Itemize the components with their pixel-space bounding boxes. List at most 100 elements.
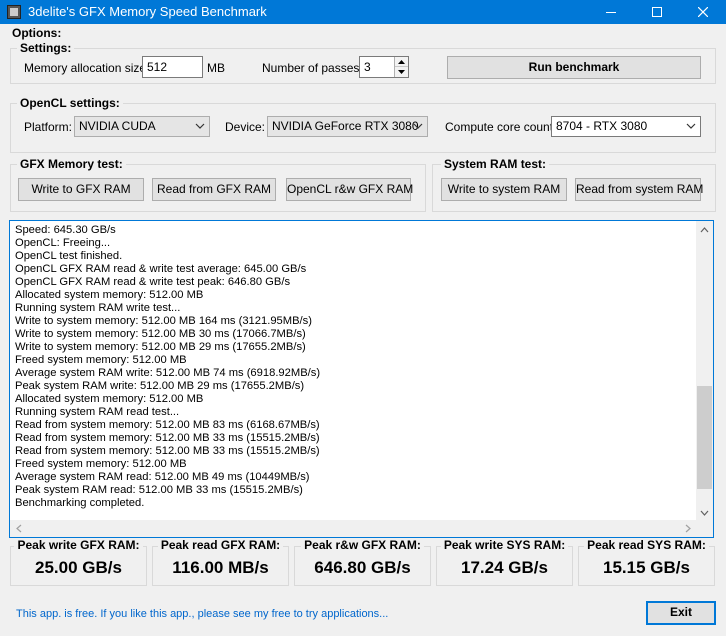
log-line: Allocated system memory: 512.00 MB xyxy=(15,289,204,301)
log-line: Peak system RAM read: 512.00 MB 33 ms (1… xyxy=(15,484,303,496)
stat-label: Peak read SYS RAM: xyxy=(578,538,715,552)
close-icon xyxy=(698,7,708,17)
stat-label-text: Peak r&w GFX RAM: xyxy=(301,538,424,552)
log-line: Running system RAM read test... xyxy=(15,406,180,418)
free-apps-link[interactable]: This app. is free. If you like this app.… xyxy=(16,608,388,620)
chevron-down-icon xyxy=(700,510,709,516)
stat-label: Peak read GFX RAM: xyxy=(152,538,289,552)
stat-peak-read-gfx: Peak read GFX RAM: 116.00 MB/s xyxy=(152,538,289,586)
stat-label-text: Peak write GFX RAM: xyxy=(14,538,143,552)
stat-label: Peak r&w GFX RAM: xyxy=(294,538,431,552)
exit-button[interactable]: Exit xyxy=(646,601,716,625)
title-bar[interactable]: 3delite's GFX Memory Speed Benchmark xyxy=(0,0,726,24)
log-line: OpenCL GFX RAM read & write test peak: 6… xyxy=(15,276,291,288)
write-system-ram-button[interactable]: Write to system RAM xyxy=(441,178,567,201)
gfx-memory-test-title: GFX Memory test: xyxy=(17,157,126,171)
options-label: Options: xyxy=(12,26,62,40)
log-output[interactable]: Speed: 645.30 GB/s OpenCL: Freeing... Open… xyxy=(9,220,714,538)
device-select[interactable]: NVIDIA GeForce RTX 3080 xyxy=(267,116,428,137)
memory-size-input[interactable]: 512 xyxy=(142,56,203,78)
log-line: Read from system memory: 512.00 MB 83 ms… xyxy=(15,419,320,431)
platform-select[interactable]: NVIDIA CUDA xyxy=(74,116,210,137)
device-label: Device: xyxy=(225,120,266,134)
stat-label: Peak write GFX RAM: xyxy=(10,538,147,552)
log-line: Freed system memory: 512.00 MB xyxy=(15,354,187,366)
window-title: 3delite's GFX Memory Speed Benchmark xyxy=(28,4,267,19)
log-line: Benchmarking completed. xyxy=(15,497,145,509)
stat-value: 17.24 GB/s xyxy=(461,558,548,577)
stat-value: 25.00 GB/s xyxy=(35,558,122,577)
log-line: Read from system memory: 512.00 MB 33 ms… xyxy=(15,445,320,457)
log-line: OpenCL test finished. xyxy=(15,250,123,262)
stat-value: 116.00 MB/s xyxy=(172,558,269,577)
settings-title: Settings: xyxy=(17,41,75,55)
minimize-icon xyxy=(606,12,616,13)
stat-value: 646.80 GB/s xyxy=(314,558,411,577)
log-line: Speed: 645.30 GB/s xyxy=(15,224,116,236)
spin-up-icon xyxy=(398,59,405,64)
passes-value: 3 xyxy=(364,60,371,74)
memory-unit-label: MB xyxy=(207,61,225,75)
log-line: Allocated system memory: 512.00 MB xyxy=(15,393,204,405)
passes-label: Number of passes: xyxy=(262,61,363,75)
log-line: Average system RAM read: 512.00 MB 49 ms… xyxy=(15,471,310,483)
stat-peak-read-sys: Peak read SYS RAM: 15.15 GB/s xyxy=(578,538,715,586)
stat-peak-write-gfx: Peak write GFX RAM: 25.00 GB/s xyxy=(10,538,147,586)
chevron-up-icon xyxy=(700,226,709,232)
core-count-value: 8704 - RTX 3080 xyxy=(556,119,648,133)
log-line: Average system RAM write: 512.00 MB 74 m… xyxy=(15,367,321,379)
scroll-right-button[interactable] xyxy=(679,520,696,537)
platform-label: Platform: xyxy=(24,120,73,134)
scroll-left-button[interactable] xyxy=(10,520,27,537)
log-line: OpenCL GFX RAM read & write test average… xyxy=(15,263,307,275)
scrollbar-corner xyxy=(696,520,713,537)
stat-label-text: Peak read GFX RAM: xyxy=(157,538,284,552)
device-value: NVIDIA GeForce RTX 3080 xyxy=(272,119,419,133)
log-line: Read from system memory: 512.00 MB 33 ms… xyxy=(15,432,320,444)
scroll-up-button[interactable] xyxy=(696,221,713,238)
log-line: Freed system memory: 512.00 MB xyxy=(15,458,187,470)
app-icon xyxy=(7,5,21,19)
run-benchmark-button[interactable]: Run benchmark xyxy=(447,56,701,79)
chevron-left-icon xyxy=(15,524,21,533)
spin-up-button[interactable] xyxy=(395,57,408,67)
passes-input[interactable]: 3 xyxy=(359,56,409,78)
log-line: Write to system memory: 512.00 MB 164 ms… xyxy=(15,315,312,327)
horizontal-scrollbar[interactable] xyxy=(10,520,696,537)
minimize-button[interactable] xyxy=(588,0,634,24)
log-line: Running system RAM write test... xyxy=(15,302,181,314)
memory-size-label: Memory allocation size: xyxy=(24,61,150,75)
log-line: OpenCL: Freeing... xyxy=(15,237,111,249)
chevron-right-icon xyxy=(685,524,691,533)
stat-label-text: Peak write SYS RAM: xyxy=(440,538,569,552)
read-gfx-ram-button[interactable]: Read from GFX RAM xyxy=(152,178,276,201)
scroll-thumb[interactable] xyxy=(697,386,712,489)
spin-down-icon xyxy=(398,70,405,74)
log-line: Write to system memory: 512.00 MB 29 ms … xyxy=(15,341,306,353)
read-system-ram-button[interactable]: Read from system RAM xyxy=(575,178,703,201)
maximize-icon xyxy=(652,7,662,17)
log-line: Write to system memory: 512.00 MB 30 ms … xyxy=(15,328,306,340)
main-panel: Options: Settings: Memory allocation siz… xyxy=(0,24,726,636)
chevron-down-icon xyxy=(413,123,423,129)
scroll-down-button[interactable] xyxy=(696,504,713,521)
core-count-label: Compute core count: xyxy=(445,120,557,134)
stat-label: Peak write SYS RAM: xyxy=(436,538,573,552)
stat-peak-rw-gfx: Peak r&w GFX RAM: 646.80 GB/s xyxy=(294,538,431,586)
close-button[interactable] xyxy=(680,0,726,24)
stat-label-text: Peak read SYS RAM: xyxy=(584,538,709,552)
platform-value: NVIDIA CUDA xyxy=(79,119,156,133)
stat-value: 15.15 GB/s xyxy=(603,558,690,577)
core-count-select[interactable]: 8704 - RTX 3080 xyxy=(551,116,701,137)
maximize-button[interactable] xyxy=(634,0,680,24)
log-lines: Speed: 645.30 GB/s OpenCL: Freeing... Open… xyxy=(15,224,691,522)
chevron-down-icon xyxy=(195,123,205,129)
system-ram-test-title: System RAM test: xyxy=(441,157,550,171)
passes-spinner[interactable] xyxy=(394,57,408,77)
opencl-settings-title: OpenCL settings: xyxy=(17,96,123,110)
chevron-down-icon xyxy=(686,123,696,129)
vertical-scrollbar[interactable] xyxy=(696,221,713,521)
write-gfx-ram-button[interactable]: Write to GFX RAM xyxy=(18,178,144,201)
opencl-rw-gfx-ram-button[interactable]: OpenCL r&w GFX RAM xyxy=(286,178,413,201)
spin-down-button[interactable] xyxy=(395,67,408,77)
